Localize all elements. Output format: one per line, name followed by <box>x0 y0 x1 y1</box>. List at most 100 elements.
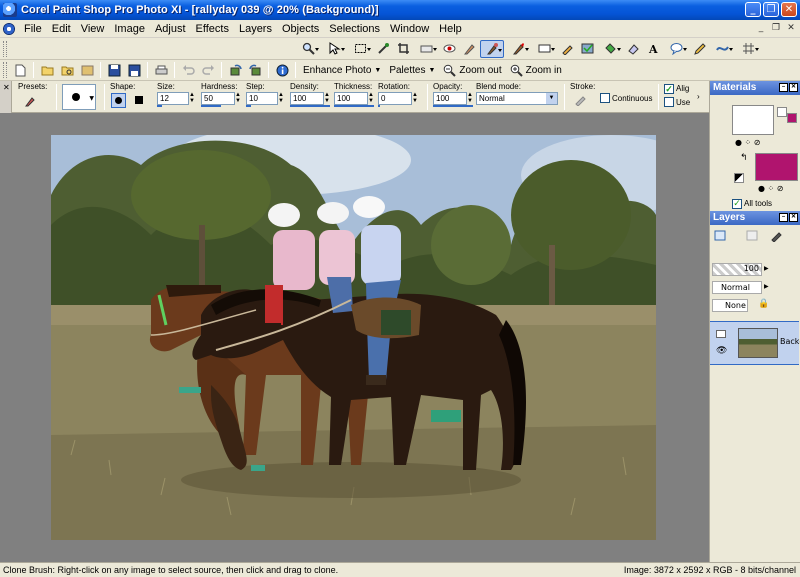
doc-minimize-button[interactable]: _ <box>754 22 768 34</box>
step-spinner[interactable]: ▲ ▼ <box>277 92 285 105</box>
undo-button[interactable] <box>179 61 197 79</box>
straighten-tool[interactable] <box>414 40 438 58</box>
foreground-small-swatch[interactable] <box>777 107 787 117</box>
layer-blend-mode-select[interactable]: Normal <box>712 281 762 294</box>
rotation-spinner[interactable]: ▲ ▼ <box>411 92 419 105</box>
continuous-checkbox[interactable] <box>600 93 610 103</box>
workspace[interactable] <box>0 113 709 562</box>
palette-close-button[interactable]: ✕ <box>789 213 798 222</box>
round-shape-button[interactable] <box>111 93 126 108</box>
layer-opacity-slider[interactable]: 100 <box>712 263 762 276</box>
rotation-slider[interactable] <box>378 105 380 107</box>
size-slider[interactable] <box>157 105 162 107</box>
size-input[interactable]: 12 <box>157 92 189 105</box>
menu-layers[interactable]: Layers <box>234 21 277 37</box>
layer-mask-select[interactable]: None <box>712 299 748 312</box>
opacity-spinner[interactable]: ▲ ▼ <box>466 92 474 105</box>
palette-handle[interactable]: ✕ <box>0 81 12 113</box>
flood-fill-tool[interactable] <box>598 40 622 58</box>
rotate-right-button[interactable] <box>226 61 244 79</box>
rotation-input[interactable]: 0 <box>378 92 412 105</box>
all-tools-checkbox[interactable]: ✓ <box>732 199 742 209</box>
thickness-slider[interactable] <box>334 105 374 107</box>
crop-tool[interactable] <box>394 40 412 58</box>
menu-edit[interactable]: Edit <box>47 21 76 37</box>
brush-tip-preview[interactable]: ▼ <box>62 84 96 110</box>
menu-selections[interactable]: Selections <box>324 21 385 37</box>
menu-adjust[interactable]: Adjust <box>150 21 191 37</box>
palette-close-button[interactable]: ✕ <box>789 83 798 92</box>
document-image[interactable] <box>51 135 656 540</box>
presets-dropdown[interactable] <box>24 94 46 108</box>
doc-close-button[interactable]: ✕ <box>784 22 798 34</box>
background-small-swatch[interactable] <box>787 113 797 123</box>
thickness-input[interactable]: 100 <box>334 92 368 105</box>
palette-minimize-button[interactable]: – <box>779 83 788 92</box>
hardness-spinner[interactable]: ▲ ▼ <box>234 92 242 105</box>
bg-mode-icon[interactable]: ● ⁘ ⊘ <box>758 184 783 193</box>
print-button[interactable] <box>152 61 170 79</box>
thickness-spinner[interactable]: ▲ ▼ <box>367 92 375 105</box>
makeover-tool[interactable] <box>460 40 478 58</box>
zoom-in-button[interactable]: Zoom in <box>506 61 566 79</box>
dropper-tool[interactable] <box>374 40 392 58</box>
replace-color-tool[interactable] <box>532 40 556 58</box>
more-options-arrow[interactable]: › <box>697 92 700 101</box>
info-button[interactable] <box>273 61 291 79</box>
menu-image[interactable]: Image <box>109 21 150 37</box>
hardness-input[interactable]: 50 <box>201 92 235 105</box>
aligned-mode-checkbox[interactable]: ✓ <box>664 84 674 94</box>
eraser-tool[interactable] <box>558 40 576 58</box>
reset-colors-icon[interactable] <box>734 173 744 183</box>
step-input[interactable]: 10 <box>246 92 278 105</box>
menu-file[interactable]: File <box>19 21 47 37</box>
menu-window[interactable]: Window <box>385 21 434 37</box>
pick-tool[interactable] <box>322 40 346 58</box>
restore-button[interactable]: ❐ <box>763 2 779 17</box>
density-input[interactable]: 100 <box>290 92 324 105</box>
minimize-button[interactable]: _ <box>745 2 761 17</box>
enhance-photo-menu[interactable]: Enhance Photo ▼ <box>299 61 385 79</box>
rotate-left-button[interactable] <box>246 61 264 79</box>
foreground-swatch[interactable] <box>732 105 774 135</box>
lock-icon[interactable]: 🔒 <box>758 299 769 309</box>
pen-tool[interactable] <box>690 40 708 58</box>
menu-view[interactable]: View <box>76 21 110 37</box>
doc-restore-button[interactable]: ❐ <box>769 22 783 34</box>
red-eye-tool[interactable] <box>440 40 458 58</box>
swap-colors-icon[interactable]: ↰ <box>740 153 748 163</box>
size-spinner[interactable]: ▲ ▼ <box>188 92 196 105</box>
selection-tool[interactable] <box>348 40 372 58</box>
mesh-warp-tool[interactable] <box>736 40 760 58</box>
photo-horses-riders[interactable] <box>51 135 656 540</box>
background-eraser-tool[interactable] <box>578 40 596 58</box>
edit-selection-button[interactable] <box>770 229 784 243</box>
browse-button[interactable] <box>58 61 76 79</box>
new-button[interactable] <box>11 61 29 79</box>
text-tool[interactable]: A <box>644 40 662 58</box>
picture-tube-tool[interactable] <box>624 40 642 58</box>
preset-shape-tool[interactable] <box>664 40 688 58</box>
zoom-tool[interactable] <box>296 40 320 58</box>
organizer-button[interactable] <box>78 61 96 79</box>
use-all-layers-checkbox[interactable] <box>664 97 674 107</box>
delete-layer-button[interactable] <box>746 229 760 243</box>
document-icon[interactable] <box>3 22 15 35</box>
opacity-input[interactable]: 100 <box>433 92 467 105</box>
layer-row-background[interactable]: 👁 Backg <box>710 321 800 365</box>
zoom-out-button[interactable]: Zoom out <box>439 61 505 79</box>
clone-brush-tool[interactable] <box>480 39 504 58</box>
redo-button[interactable] <box>199 61 217 79</box>
menu-objects[interactable]: Objects <box>277 21 324 37</box>
palette-minimize-button[interactable]: – <box>779 213 788 222</box>
density-spinner[interactable]: ▲ ▼ <box>323 92 331 105</box>
hardness-slider[interactable] <box>201 105 221 107</box>
warp-brush-tool[interactable] <box>710 40 734 58</box>
visibility-icon[interactable] <box>716 330 726 338</box>
square-shape-button[interactable] <box>132 93 147 108</box>
menu-help[interactable]: Help <box>434 21 467 37</box>
paint-brush-tool[interactable] <box>506 40 530 58</box>
color-mode-icon[interactable]: ● ⁘ ⊘ <box>735 138 760 147</box>
menu-effects[interactable]: Effects <box>191 21 234 37</box>
step-slider[interactable] <box>246 105 251 107</box>
